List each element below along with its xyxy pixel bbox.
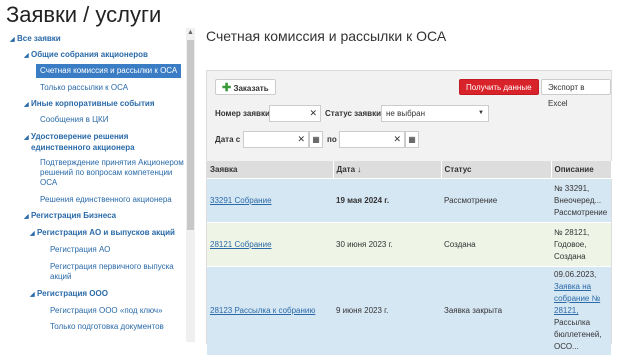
main-content: Счетная комиссия и рассылки к ОСА ✚ Зака… bbox=[196, 28, 620, 342]
sidebar-item-general-meetings[interactable]: ◢Общие собрания акционеров bbox=[24, 50, 148, 61]
dropdown-caret-icon: ▼ bbox=[478, 106, 484, 121]
row-date: 30 июня 2023 г. bbox=[333, 223, 441, 267]
table-header-row: Заявка Дата ↓ Статус Описание bbox=[207, 161, 611, 179]
status-filter-label: Статус заявки bbox=[325, 109, 381, 118]
sidebar-item-sole-shareholder[interactable]: ◢Удостоверение решенияединственного акци… bbox=[24, 132, 135, 153]
related-order-link[interactable]: Заявка насобрание №28121, bbox=[554, 282, 600, 315]
date-from-input[interactable]: ✕ bbox=[243, 131, 309, 148]
row-status: Создана bbox=[441, 223, 551, 267]
orders-panel: ✚ Заказать Получить данные Экспорт в Exc… bbox=[206, 70, 612, 344]
date-to-label: по bbox=[327, 135, 337, 144]
row-description: № 33291,Внеочеред...Рассмотрение bbox=[551, 179, 611, 223]
orders-table: Заявка Дата ↓ Статус Описание 33291 Собр… bbox=[207, 161, 612, 355]
table-row: 28121 Собрание 30 июня 2023 г. Создана №… bbox=[207, 223, 611, 267]
sidebar-item-other-events[interactable]: ◢Иные корпоративные события bbox=[24, 99, 155, 110]
collapse-triangle-icon: ◢ bbox=[24, 212, 31, 222]
date-to-input[interactable]: ✕ bbox=[339, 131, 405, 148]
row-date: 19 мая 2024 г. bbox=[333, 179, 441, 223]
col-header-date[interactable]: Дата ↓ bbox=[333, 161, 441, 179]
row-status: Рассмотрение bbox=[441, 179, 551, 223]
sidebar-nav: ◢Все заявки ◢Общие собрания акционеров С… bbox=[0, 28, 185, 342]
clear-icon[interactable]: ✕ bbox=[297, 134, 305, 145]
collapse-triangle-icon: ◢ bbox=[30, 229, 37, 239]
sidebar-item-ooo-registration[interactable]: ◢Регистрация ООО bbox=[30, 289, 108, 300]
collapse-triangle-icon: ◢ bbox=[10, 35, 17, 45]
section-title: Счетная комиссия и рассылки к ОСА bbox=[206, 28, 446, 44]
sidebar-item-ao[interactable]: Регистрация АО bbox=[50, 245, 110, 255]
calendar-icon[interactable]: ▦ bbox=[309, 131, 323, 148]
sidebar-item-counting-commission[interactable]: Счетная комиссия и рассылки к ОСА bbox=[36, 64, 181, 78]
order-link[interactable]: 28121 Собрание bbox=[210, 240, 272, 249]
number-filter-label: Номер заявки bbox=[215, 109, 270, 118]
sidebar-item-all[interactable]: ◢Все заявки bbox=[10, 34, 61, 45]
order-button[interactable]: ✚ Заказать bbox=[215, 79, 276, 95]
collapse-triangle-icon: ◢ bbox=[24, 100, 31, 110]
get-data-button[interactable]: Получить данные bbox=[459, 79, 539, 95]
sort-arrow-icon: ↓ bbox=[357, 165, 361, 174]
sidebar-item-mailings-only[interactable]: Только рассылки к ОСА bbox=[40, 83, 128, 93]
col-header-status[interactable]: Статус bbox=[441, 161, 551, 179]
table-row: 33291 Собрание 19 мая 2024 г. Рассмотрен… bbox=[207, 179, 611, 223]
sidebar-item-docs-only[interactable]: Только подготовка документов bbox=[50, 322, 164, 332]
col-header-description[interactable]: Описание bbox=[551, 161, 611, 179]
collapse-triangle-icon: ◢ bbox=[24, 51, 31, 61]
collapse-triangle-icon: ◢ bbox=[30, 290, 37, 300]
row-description: № 28121,Годовое,Создана bbox=[551, 223, 611, 267]
sidebar-item-business-registration[interactable]: ◢Регистрация Бизнеса bbox=[24, 211, 116, 222]
sidebar-item-ao-registration[interactable]: ◢Регистрация АО и выпусков акций bbox=[30, 228, 175, 239]
col-header-order[interactable]: Заявка bbox=[207, 161, 333, 179]
clear-icon[interactable]: ✕ bbox=[393, 134, 401, 145]
sidebar-item-primary-issue[interactable]: Регистрация первичного выпускаакций bbox=[50, 262, 174, 282]
sidebar-item-cki-messages[interactable]: Сообщения в ЦКИ bbox=[40, 115, 108, 125]
number-filter-input[interactable]: ✕ bbox=[269, 105, 321, 122]
collapse-triangle-icon: ◢ bbox=[24, 133, 31, 143]
export-excel-button[interactable]: Экспорт в Excel bbox=[541, 79, 611, 95]
order-link[interactable]: 33291 Собрание bbox=[210, 196, 272, 205]
calendar-icon[interactable]: ▦ bbox=[405, 131, 419, 148]
sidebar-scrollbar[interactable]: ▲ bbox=[186, 28, 195, 342]
clear-icon[interactable]: ✕ bbox=[309, 108, 317, 119]
sidebar-item-confirmation[interactable]: Подтверждение принятия Акционеромрешений… bbox=[40, 158, 184, 188]
date-from-label: Дата с bbox=[215, 135, 240, 144]
page-title: Заявки / услуги bbox=[6, 2, 161, 28]
scrollbar-thumb[interactable] bbox=[187, 40, 194, 230]
scroll-up-icon[interactable]: ▲ bbox=[186, 28, 195, 37]
order-link[interactable]: 28123 Рассылка к собранию bbox=[210, 306, 315, 315]
plus-icon: ✚ bbox=[222, 82, 231, 94]
sidebar-item-sole-decisions[interactable]: Решения единственного акционера bbox=[40, 195, 172, 205]
status-select[interactable]: не выбран▼ bbox=[381, 105, 489, 122]
sidebar-item-ooo-turnkey[interactable]: Регистрация ООО «под ключ» bbox=[50, 306, 163, 316]
